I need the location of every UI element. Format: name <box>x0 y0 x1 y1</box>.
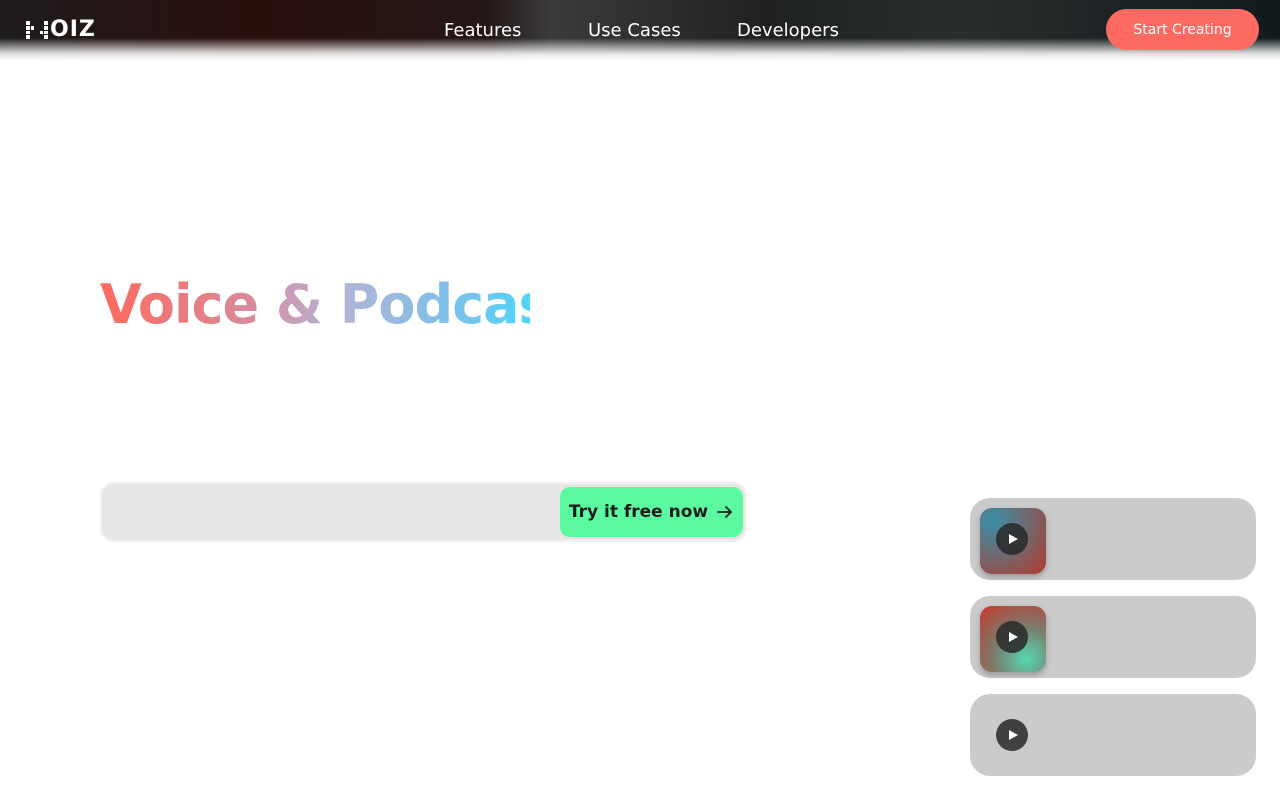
start-creating-button[interactable]: Start Creating <box>1106 9 1259 50</box>
nav-item-features[interactable]: Features <box>444 18 521 44</box>
play-icon[interactable] <box>996 621 1028 653</box>
nav-item-use-cases[interactable]: Use Cases <box>588 18 681 44</box>
play-icon[interactable] <box>996 523 1028 555</box>
nav-item-developers[interactable]: Developers <box>737 18 839 44</box>
hero-title: Voice & Podcast <box>100 270 576 340</box>
audio-sample-card[interactable] <box>970 596 1256 678</box>
try-it-free-button[interactable]: Try it free now <box>560 487 743 537</box>
audio-sample-card[interactable] <box>970 498 1256 580</box>
top-navigation-bar: OIZ Features Use Cases Developers Start … <box>0 0 1280 60</box>
main-nav: Features Use Cases Developers <box>0 18 1280 44</box>
hero-title-text: Voice & Podcast <box>100 273 576 336</box>
arrow-right-icon <box>716 503 734 521</box>
try-it-free-label: Try it free now <box>568 502 709 522</box>
audio-sample-card[interactable] <box>970 694 1256 776</box>
play-icon[interactable] <box>996 719 1028 751</box>
